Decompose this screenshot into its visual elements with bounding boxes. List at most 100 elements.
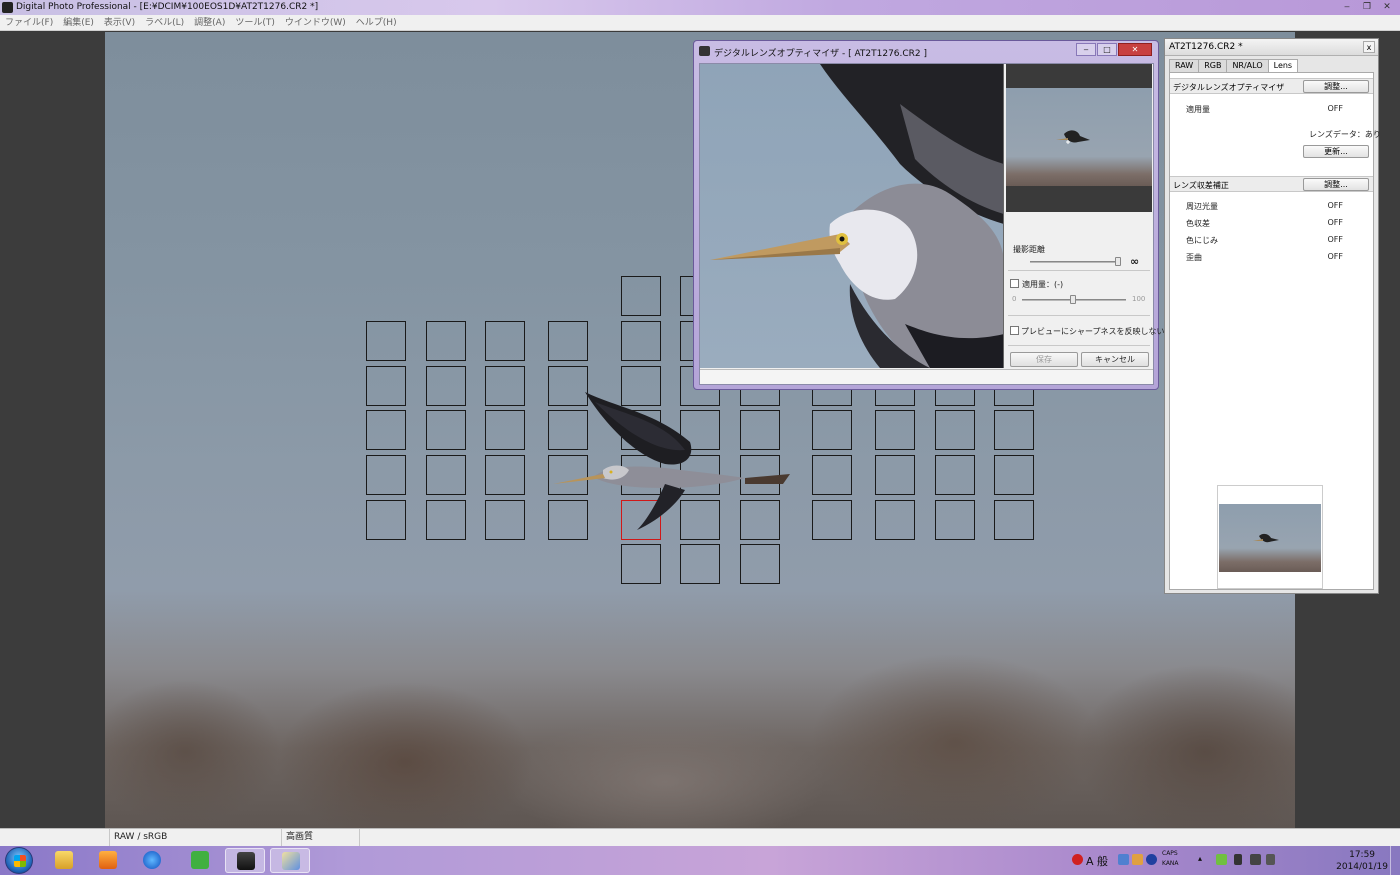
apply-amount-checkbox[interactable] [1010,279,1019,288]
af-point [680,544,720,584]
dlo-dialog[interactable]: デジタルレンズオプティマイザ - [ AT2T1276.CR2 ] ‒ □ ✕ [693,40,1165,390]
af-point [366,500,406,540]
tab-nr-alo[interactable]: NR/ALO [1226,59,1269,72]
infinity-label: ∞ [1130,255,1140,268]
taskbar-hao123[interactable] [180,848,220,873]
slider-min-label: 0 [1012,295,1017,303]
taskbar-explorer[interactable] [44,848,84,873]
tab-lens[interactable]: Lens [1267,59,1299,72]
menu-help[interactable]: ヘルプ(H) [351,15,402,30]
af-point [935,455,975,495]
ime-dictionary-icon[interactable] [1132,854,1143,865]
af-point [366,410,406,450]
ime-tool-icon[interactable] [1118,854,1129,865]
start-button[interactable] [5,847,33,874]
af-point [426,455,466,495]
restore-button[interactable]: ❐ [1358,1,1376,13]
af-point [935,410,975,450]
menu-adjust[interactable]: 調整(A) [189,15,230,30]
slider-max-label: 100 [1132,295,1146,303]
af-point [812,455,852,495]
af-point [548,321,588,361]
action-center-flag-icon[interactable] [1234,854,1242,865]
dlo-restore-button[interactable]: □ [1097,43,1117,56]
system-tray: A 般 CAPS KANA ▴ [1070,846,1360,875]
ime-indicator[interactable]: A 般 [1086,853,1108,869]
windows-taskbar: A 般 CAPS KANA ▴ 17:59 2014/01/19 [0,846,1400,875]
nvidia-icon[interactable] [1216,854,1227,865]
no-sharpness-preview-checkbox[interactable] [1010,326,1019,335]
dpp-icon [237,852,255,870]
af-point [485,321,525,361]
af-point [485,410,525,450]
af-point [621,276,661,316]
palette-thumbnail[interactable] [1217,485,1323,589]
lens-data-status: レンズデータ：あり [1309,130,1381,139]
tab-rgb[interactable]: RGB [1198,59,1228,72]
dlo-preview-heron [710,64,1003,368]
aberration-adjust-button[interactable]: 調整... [1303,178,1369,191]
af-point [426,500,466,540]
af-point [485,500,525,540]
status-cell-empty [0,829,110,846]
window-title: Digital Photo Professional - [E:¥DCIM¥10… [16,2,319,12]
menu-view[interactable]: 表示(V) [99,15,140,30]
menu-file[interactable]: ファイル(F) [0,15,58,30]
palette-close-button[interactable]: x [1363,41,1375,53]
dlo-zoomed-preview[interactable] [700,64,1004,368]
folder-icon [55,851,73,869]
menu-edit[interactable]: 編集(E) [58,15,99,30]
af-point [875,500,915,540]
peripheral-illumination-label: 周辺光量 [1186,202,1218,211]
show-desktop-button[interactable] [1390,846,1400,875]
dlo-body: 撮影距離 ∞ 適用量：(-) 0 100 プレビューにシャープネスを反映しない … [699,63,1165,385]
apply-amount-slider-thumb[interactable] [1070,295,1076,304]
shooting-distance-label: 撮影距離 [1013,245,1045,254]
dlo-navigator-image [1006,88,1152,186]
caps-indicator: CAPS [1162,850,1178,857]
af-point [621,544,661,584]
chromatic-aberration-label: 色収差 [1186,219,1210,228]
photo-treeline [105,632,1295,828]
tab-raw[interactable]: RAW [1169,59,1200,72]
tool-palette[interactable]: AT2T1276.CR2 * x RAW RGB NR/ALO Lens デジタ… [1164,38,1381,594]
aberration-section-label: レンズ収差補正 [1173,181,1229,190]
app-title-bar[interactable]: Digital Photo Professional - [E:¥DCIM¥10… [0,0,1400,15]
dlo-minimize-button[interactable]: ‒ [1076,43,1096,56]
lens-data-update-button[interactable]: 更新... [1303,145,1369,158]
dlo-navigator[interactable] [1006,64,1152,212]
palette-title: AT2T1276.CR2 * [1169,42,1243,52]
dlo-close-button[interactable]: ✕ [1118,43,1152,56]
dlo-adjust-button[interactable]: 調整... [1303,80,1369,93]
af-point [426,366,466,406]
af-point [485,455,525,495]
af-point [875,455,915,495]
taskbar-clock[interactable]: 17:59 2014/01/19 [1336,849,1388,873]
menu-window[interactable]: ウインドウ(W) [280,15,351,30]
status-quality: 高画質 [282,829,360,846]
menu-tools[interactable]: ツール(T) [230,15,280,30]
network-icon[interactable] [1250,854,1261,865]
af-point [875,410,915,450]
taskbar-paint[interactable] [270,848,310,873]
tray-expand-icon[interactable]: ▴ [1198,854,1202,863]
internet-explorer-icon [143,851,161,869]
help-icon[interactable] [1146,854,1157,865]
close-button[interactable]: ✕ [1378,1,1396,13]
palette-title-bar[interactable]: AT2T1276.CR2 * x [1165,39,1378,56]
menu-label[interactable]: ラベル(L) [140,15,189,30]
dlo-cancel-button[interactable]: キャンセル [1081,352,1149,367]
shooting-distance-slider[interactable] [1030,261,1120,263]
af-point [485,366,525,406]
taskbar-dpp[interactable] [225,848,265,873]
dlo-save-button[interactable]: 保存 [1010,352,1078,367]
taskbar-media-player[interactable] [88,848,128,873]
volume-icon[interactable] [1266,854,1275,865]
dlo-dialog-title: デジタルレンズオプティマイザ - [ AT2T1276.CR2 ] [714,49,928,59]
minimize-button[interactable]: ‒ [1338,1,1356,13]
af-point [366,455,406,495]
shooting-distance-slider-thumb[interactable] [1115,257,1121,266]
taskbar-internet-explorer[interactable] [132,848,172,873]
dlo-app-icon [699,46,710,56]
alert-icon[interactable] [1072,854,1083,865]
